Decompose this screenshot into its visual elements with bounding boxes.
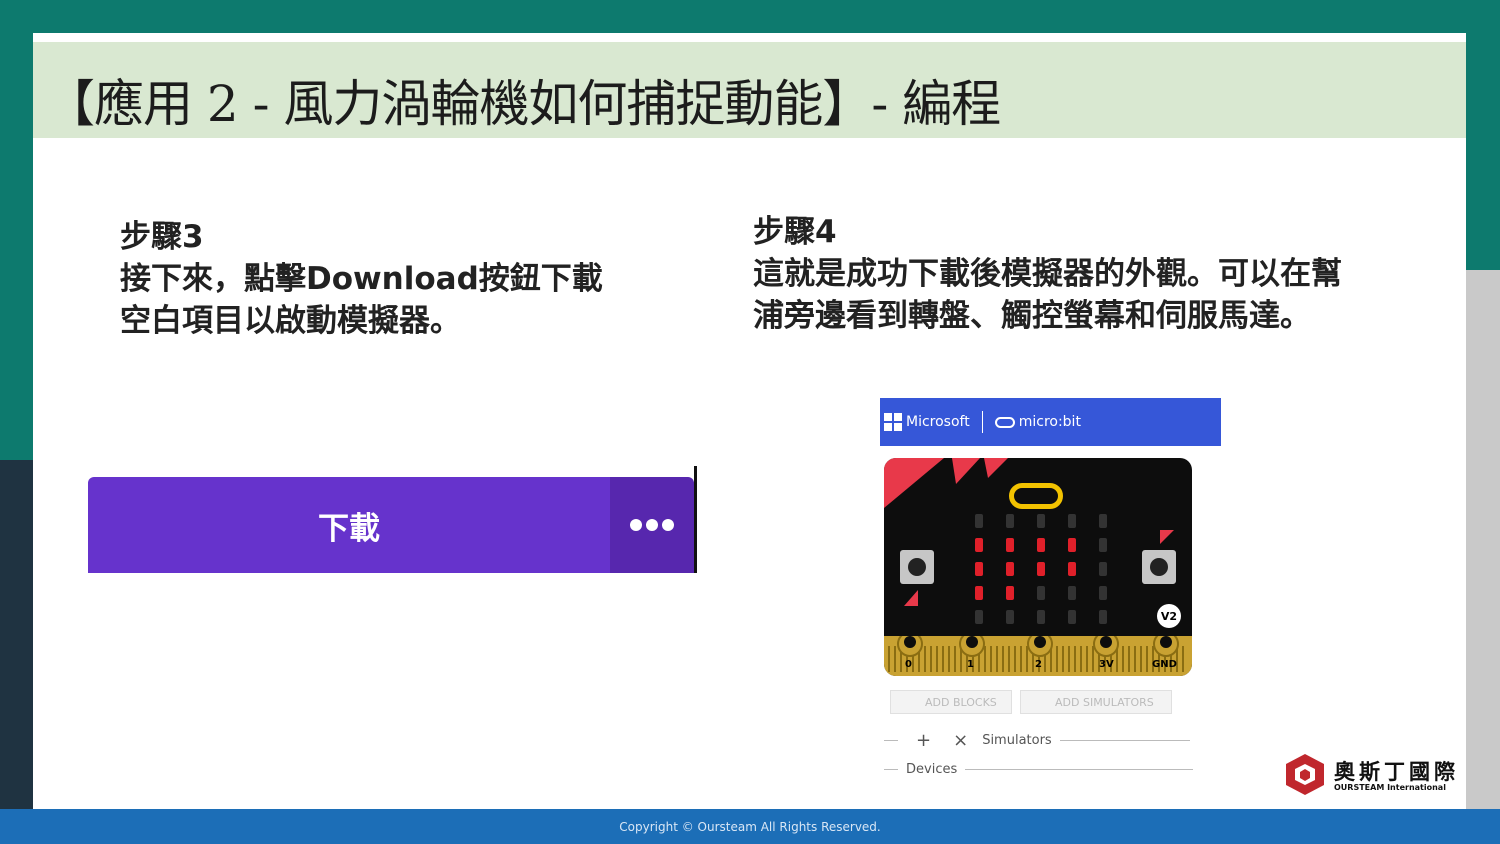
brand-logo: 奧斯丁國際 OURSTEAM International	[1284, 752, 1464, 800]
header-divider	[981, 411, 983, 433]
add-simulators-label: ADD SIMULATORS	[1055, 695, 1154, 709]
microbit-logo-icon	[994, 416, 1015, 428]
led-pixel	[1006, 514, 1014, 528]
led-pixel	[1006, 562, 1014, 576]
close-icon[interactable]: ×	[953, 730, 968, 751]
ellipsis-icon	[630, 519, 642, 531]
devices-label: Devices	[906, 762, 958, 777]
led-pixel	[1099, 610, 1107, 624]
row-rule	[884, 769, 898, 770]
brand-subtitle: OURSTEAM International	[1334, 783, 1446, 792]
pin-label-2: 2	[1035, 659, 1042, 670]
row-rule	[965, 769, 1194, 770]
led-pixel	[1099, 514, 1107, 528]
led-pixel	[1068, 514, 1076, 528]
row-rule	[1059, 740, 1190, 741]
download-button-group: 下載	[88, 466, 697, 573]
microsoft-logo-icon	[884, 413, 902, 431]
microbit-logo-touch[interactable]	[1009, 483, 1063, 509]
step4-line-2: 浦旁邊看到轉盤、觸控螢幕和伺服馬達。	[753, 298, 1311, 334]
ellipsis-dot	[646, 519, 658, 531]
step3-heading: 步驟3	[120, 219, 204, 255]
slide: 【應用 2 - 風力渦輪機如何捕捉動能】- 編程 步驟3 接下來，點擊Downl…	[33, 33, 1466, 811]
led-pixel	[1037, 538, 1045, 552]
button-b[interactable]	[1142, 550, 1176, 584]
led-pixel	[1099, 538, 1107, 552]
add-blocks-button[interactable]: ADD BLOCKS	[890, 690, 1012, 714]
page-title: 【應用 2 - 風力渦輪機如何捕捉動能】- 編程	[45, 75, 1001, 133]
led-pixel	[975, 586, 983, 600]
led-pixel	[1099, 562, 1107, 576]
brand-name: 奧斯丁國際	[1334, 760, 1459, 784]
more-options-button[interactable]	[610, 477, 694, 573]
v2-badge: V2	[1157, 604, 1181, 628]
led-pixel	[1068, 610, 1076, 624]
button-a[interactable]	[900, 550, 934, 584]
step3-line-2: 空白項目以啟動模擬器。	[120, 303, 461, 339]
pin-label-1: 1	[967, 659, 974, 670]
led-pixel	[975, 562, 983, 576]
led-pixel	[1006, 538, 1014, 552]
ellipsis-dot	[662, 519, 674, 531]
simulator-header: Microsoft micro:bit	[880, 398, 1221, 446]
led-pixel	[1006, 610, 1014, 624]
step4-line-1: 這就是成功下載後模擬器的外觀。可以在幫	[753, 256, 1342, 292]
devices-row: Devices	[884, 762, 1194, 777]
add-simulator-icon[interactable]: +	[916, 730, 931, 751]
edge-connector: 0 1 2 3V GND	[884, 636, 1192, 676]
pin-label-0: 0	[905, 659, 912, 670]
brand-cube-icon	[1286, 754, 1324, 795]
pin-label-gnd: GND	[1152, 659, 1177, 670]
step3-line-1: 接下來，點擊Download按鈕下載	[120, 261, 603, 297]
copyright-text: Copyright © Oursteam All Rights Reserved…	[619, 819, 881, 834]
led-pixel	[1068, 538, 1076, 552]
simulator-panel: Microsoft micro:bit V2 0 1 2 3V GND ADD …	[880, 398, 1221, 808]
simulators-row: + × Simulators	[884, 730, 1190, 751]
text-cursor	[694, 466, 697, 573]
led-pixel	[975, 610, 983, 624]
pin-stripes	[888, 636, 1184, 672]
led-pixel	[1037, 610, 1045, 624]
step4-text: 步驟4 這就是成功下載後模擬器的外觀。可以在幫 浦旁邊看到轉盤、觸控螢幕和伺服馬…	[753, 211, 1393, 337]
led-pixel	[1006, 586, 1014, 600]
download-button[interactable]: 下載	[88, 477, 610, 573]
microbit-board[interactable]: V2 0 1 2 3V GND	[884, 458, 1192, 676]
title-bar: 【應用 2 - 風力渦輪機如何捕捉動能】- 編程	[33, 42, 1466, 138]
microbit-label: micro:bit	[1018, 414, 1081, 430]
add-blocks-label: ADD BLOCKS	[925, 695, 997, 709]
led-pixel	[975, 514, 983, 528]
step3-text: 步驟3 接下來，點擊Download按鈕下載 空白項目以啟動模擬器。	[120, 216, 650, 342]
led-pixel	[1099, 586, 1107, 600]
step4-heading: 步驟4	[753, 214, 837, 250]
led-pixel	[1068, 586, 1076, 600]
background-gray-strip	[1460, 270, 1500, 830]
led-pixel	[1068, 562, 1076, 576]
microsoft-label: Microsoft	[906, 414, 970, 430]
led-pixel	[975, 538, 983, 552]
led-pixel	[1037, 514, 1045, 528]
footer: Copyright © Oursteam All Rights Reserved…	[0, 809, 1500, 844]
simulators-label: Simulators	[982, 733, 1052, 748]
add-simulators-button[interactable]: ADD SIMULATORS	[1020, 690, 1172, 714]
row-rule	[884, 740, 898, 741]
led-pixel	[1037, 586, 1045, 600]
led-pixel	[1037, 562, 1045, 576]
pin-label-3v: 3V	[1099, 659, 1114, 670]
